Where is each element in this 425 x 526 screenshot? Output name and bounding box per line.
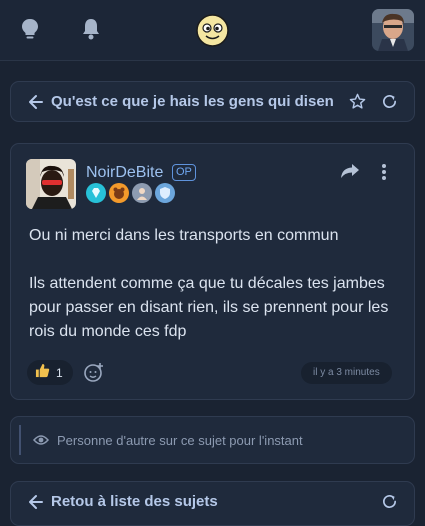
eye-icon [33, 433, 49, 452]
post-paragraph: Ou ni merci dans les transports en commu… [29, 227, 339, 244]
post-timestamp: il y a 3 minutes [301, 362, 392, 384]
star-icon[interactable] [349, 93, 366, 115]
diamond-badge[interactable] [86, 183, 106, 203]
post-body: Ou ni merci dans les transports en commu… [29, 224, 399, 344]
back-arrow-icon[interactable] [29, 94, 43, 115]
presence-notice: Personne d'autre sur ce sujet pour l'ins… [19, 425, 405, 455]
site-logo[interactable] [196, 14, 229, 47]
topic-header-card: Qu'est ce que je hais les gens qui disen [10, 81, 415, 122]
more-options-icon[interactable] [381, 163, 387, 186]
topic-title[interactable]: Qu'est ce que je hais les gens qui disen [51, 93, 351, 110]
shield-badge[interactable] [155, 183, 175, 203]
badge-row [86, 183, 175, 203]
user-avatar[interactable] [372, 9, 414, 51]
like-reaction[interactable]: 1 [27, 360, 73, 385]
bell-icon[interactable] [77, 15, 105, 43]
bear-badge[interactable] [109, 183, 129, 203]
avatar-badge[interactable] [132, 183, 152, 203]
share-icon[interactable] [340, 163, 360, 184]
lightbulb-icon[interactable] [16, 15, 44, 43]
add-reaction-icon[interactable] [83, 361, 105, 388]
post-paragraph: Ils attendent comme ça que tu décales te… [29, 275, 389, 340]
author-name[interactable]: NoirDeBite [86, 164, 163, 182]
thumbs-up-icon [35, 363, 50, 383]
like-count: 1 [56, 365, 63, 380]
refresh-icon[interactable] [381, 93, 398, 115]
presence-card: Personne d'autre sur ce sujet pour l'ins… [10, 416, 415, 464]
back-to-topics-card[interactable]: Retou à liste des sujets [10, 481, 415, 526]
presence-message: Personne d'autre sur ce sujet pour l'ins… [57, 433, 303, 448]
post-card: NoirDeBite OP Ou ni merci dans les trans… [10, 143, 415, 400]
back-to-topics-label[interactable]: Retou à liste des sujets [51, 493, 218, 510]
top-bar [0, 0, 425, 61]
op-badge: OP [172, 164, 196, 181]
author-avatar[interactable] [26, 159, 76, 209]
